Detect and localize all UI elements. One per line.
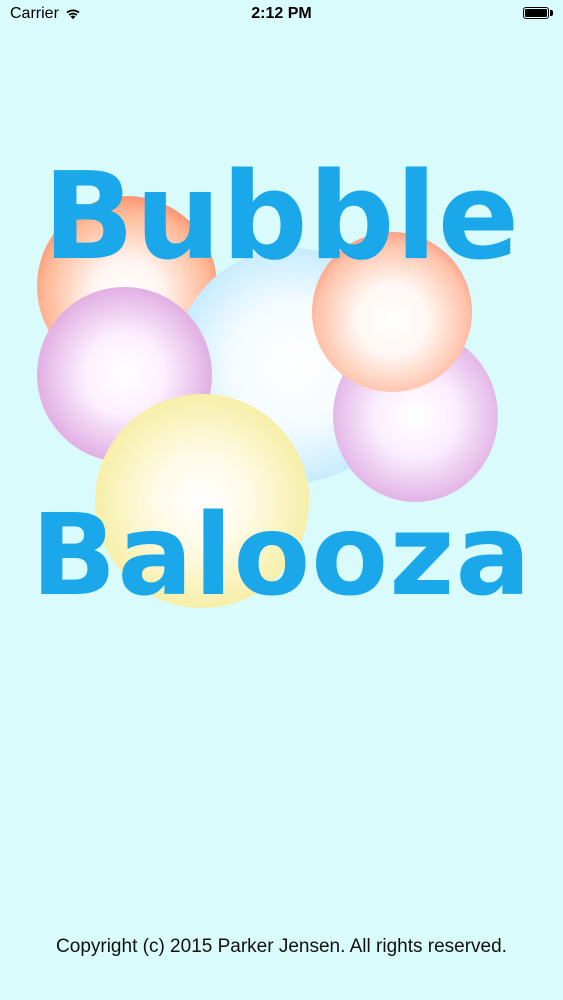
copyright-text: Copyright (c) 2015 Parker Jensen. All ri… [56,936,507,957]
logo-title-line-1: Bubble [42,148,521,287]
logo-title-line-2: Balooza [31,491,532,621]
bubble-balooza-logo: Bubble Balooza [0,0,563,1000]
launch-screen: Carrier 2:12 PM Bubble Balooza Copyright… [0,0,563,1000]
